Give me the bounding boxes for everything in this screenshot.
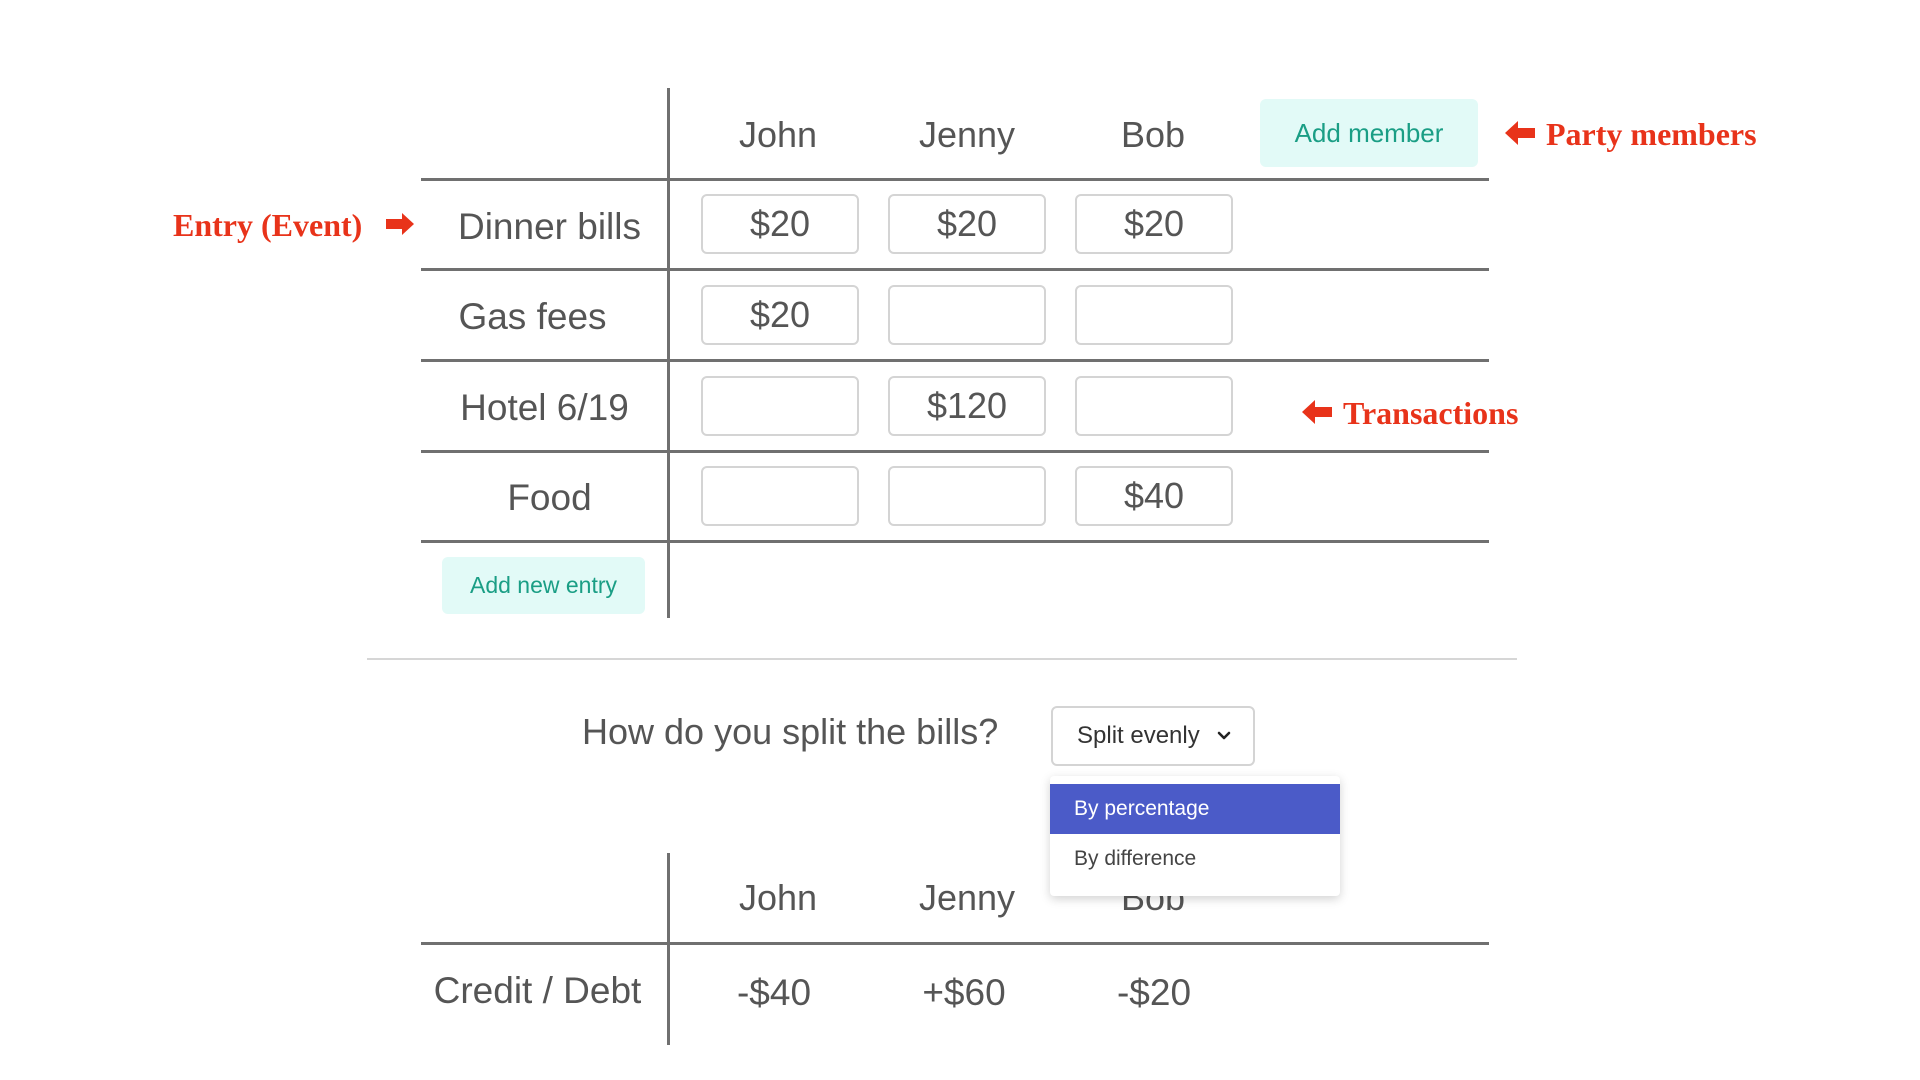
result-member-name-jenny: Jenny [918,877,1016,918]
transaction-cell-jenny[interactable]: $20 [888,194,1046,254]
dropdown-option-by-percentage[interactable]: By percentage [1050,784,1340,834]
transaction-cell-jenny[interactable] [888,285,1046,345]
transaction-cell-bob[interactable]: $20 [1075,194,1233,254]
transaction-cell-john[interactable]: $20 [701,285,859,345]
transaction-cell-john[interactable] [701,376,859,436]
entry-name-hotel[interactable]: Hotel 6/19 [422,387,667,429]
member-name-jenny: Jenny [918,114,1016,155]
arrow-left-icon [1302,400,1332,424]
dropdown-option-by-difference[interactable]: By difference [1050,834,1340,884]
annotation-label: Entry (Event) [173,207,363,243]
transaction-cell-john[interactable]: $20 [701,194,859,254]
entry-name-gas-fees[interactable]: Gas fees [410,296,655,338]
row-divider [421,540,1489,543]
chevron-down-icon [1217,731,1231,740]
split-method-dropdown: By percentage By difference [1050,776,1340,896]
transaction-cell-bob[interactable]: $40 [1075,466,1233,526]
arrow-left-icon [1505,121,1535,145]
entry-name-food[interactable]: Food [427,477,672,519]
result-member-name-john: John [738,877,818,918]
section-divider [367,658,1517,660]
transaction-cell-jenny[interactable] [888,466,1046,526]
add-new-entry-button[interactable]: Add new entry [442,557,645,614]
row-divider [421,359,1489,362]
header-divider [421,178,1489,181]
entry-name-dinner-bills[interactable]: Dinner bills [427,206,672,248]
credit-debt-label: Credit / Debt [433,970,642,1011]
split-method-select[interactable]: Split evenly [1051,706,1255,766]
annotation-label: Transactions [1343,395,1519,431]
row-divider [421,450,1489,453]
transaction-cell-john[interactable] [701,466,859,526]
split-question-label: How do you split the bills? [582,711,999,752]
transaction-cell-bob[interactable] [1075,285,1233,345]
split-method-selected-value: Split evenly [1077,722,1200,749]
member-name-bob: Bob [1120,114,1186,155]
result-value-bob: -$20 [1116,972,1192,1013]
results-header-divider [421,942,1489,945]
add-member-button[interactable]: Add member [1260,99,1478,167]
transaction-cell-jenny[interactable]: $120 [888,376,1046,436]
annotation-label: Party members [1546,116,1757,152]
results-vertical-divider [667,853,670,1045]
row-divider [421,268,1489,271]
table-vertical-divider [667,88,670,618]
transaction-cell-bob[interactable] [1075,376,1233,436]
result-value-jenny: +$60 [922,972,1006,1013]
result-value-john: -$40 [736,972,812,1013]
arrow-right-icon [386,213,414,235]
member-name-john: John [738,114,818,155]
